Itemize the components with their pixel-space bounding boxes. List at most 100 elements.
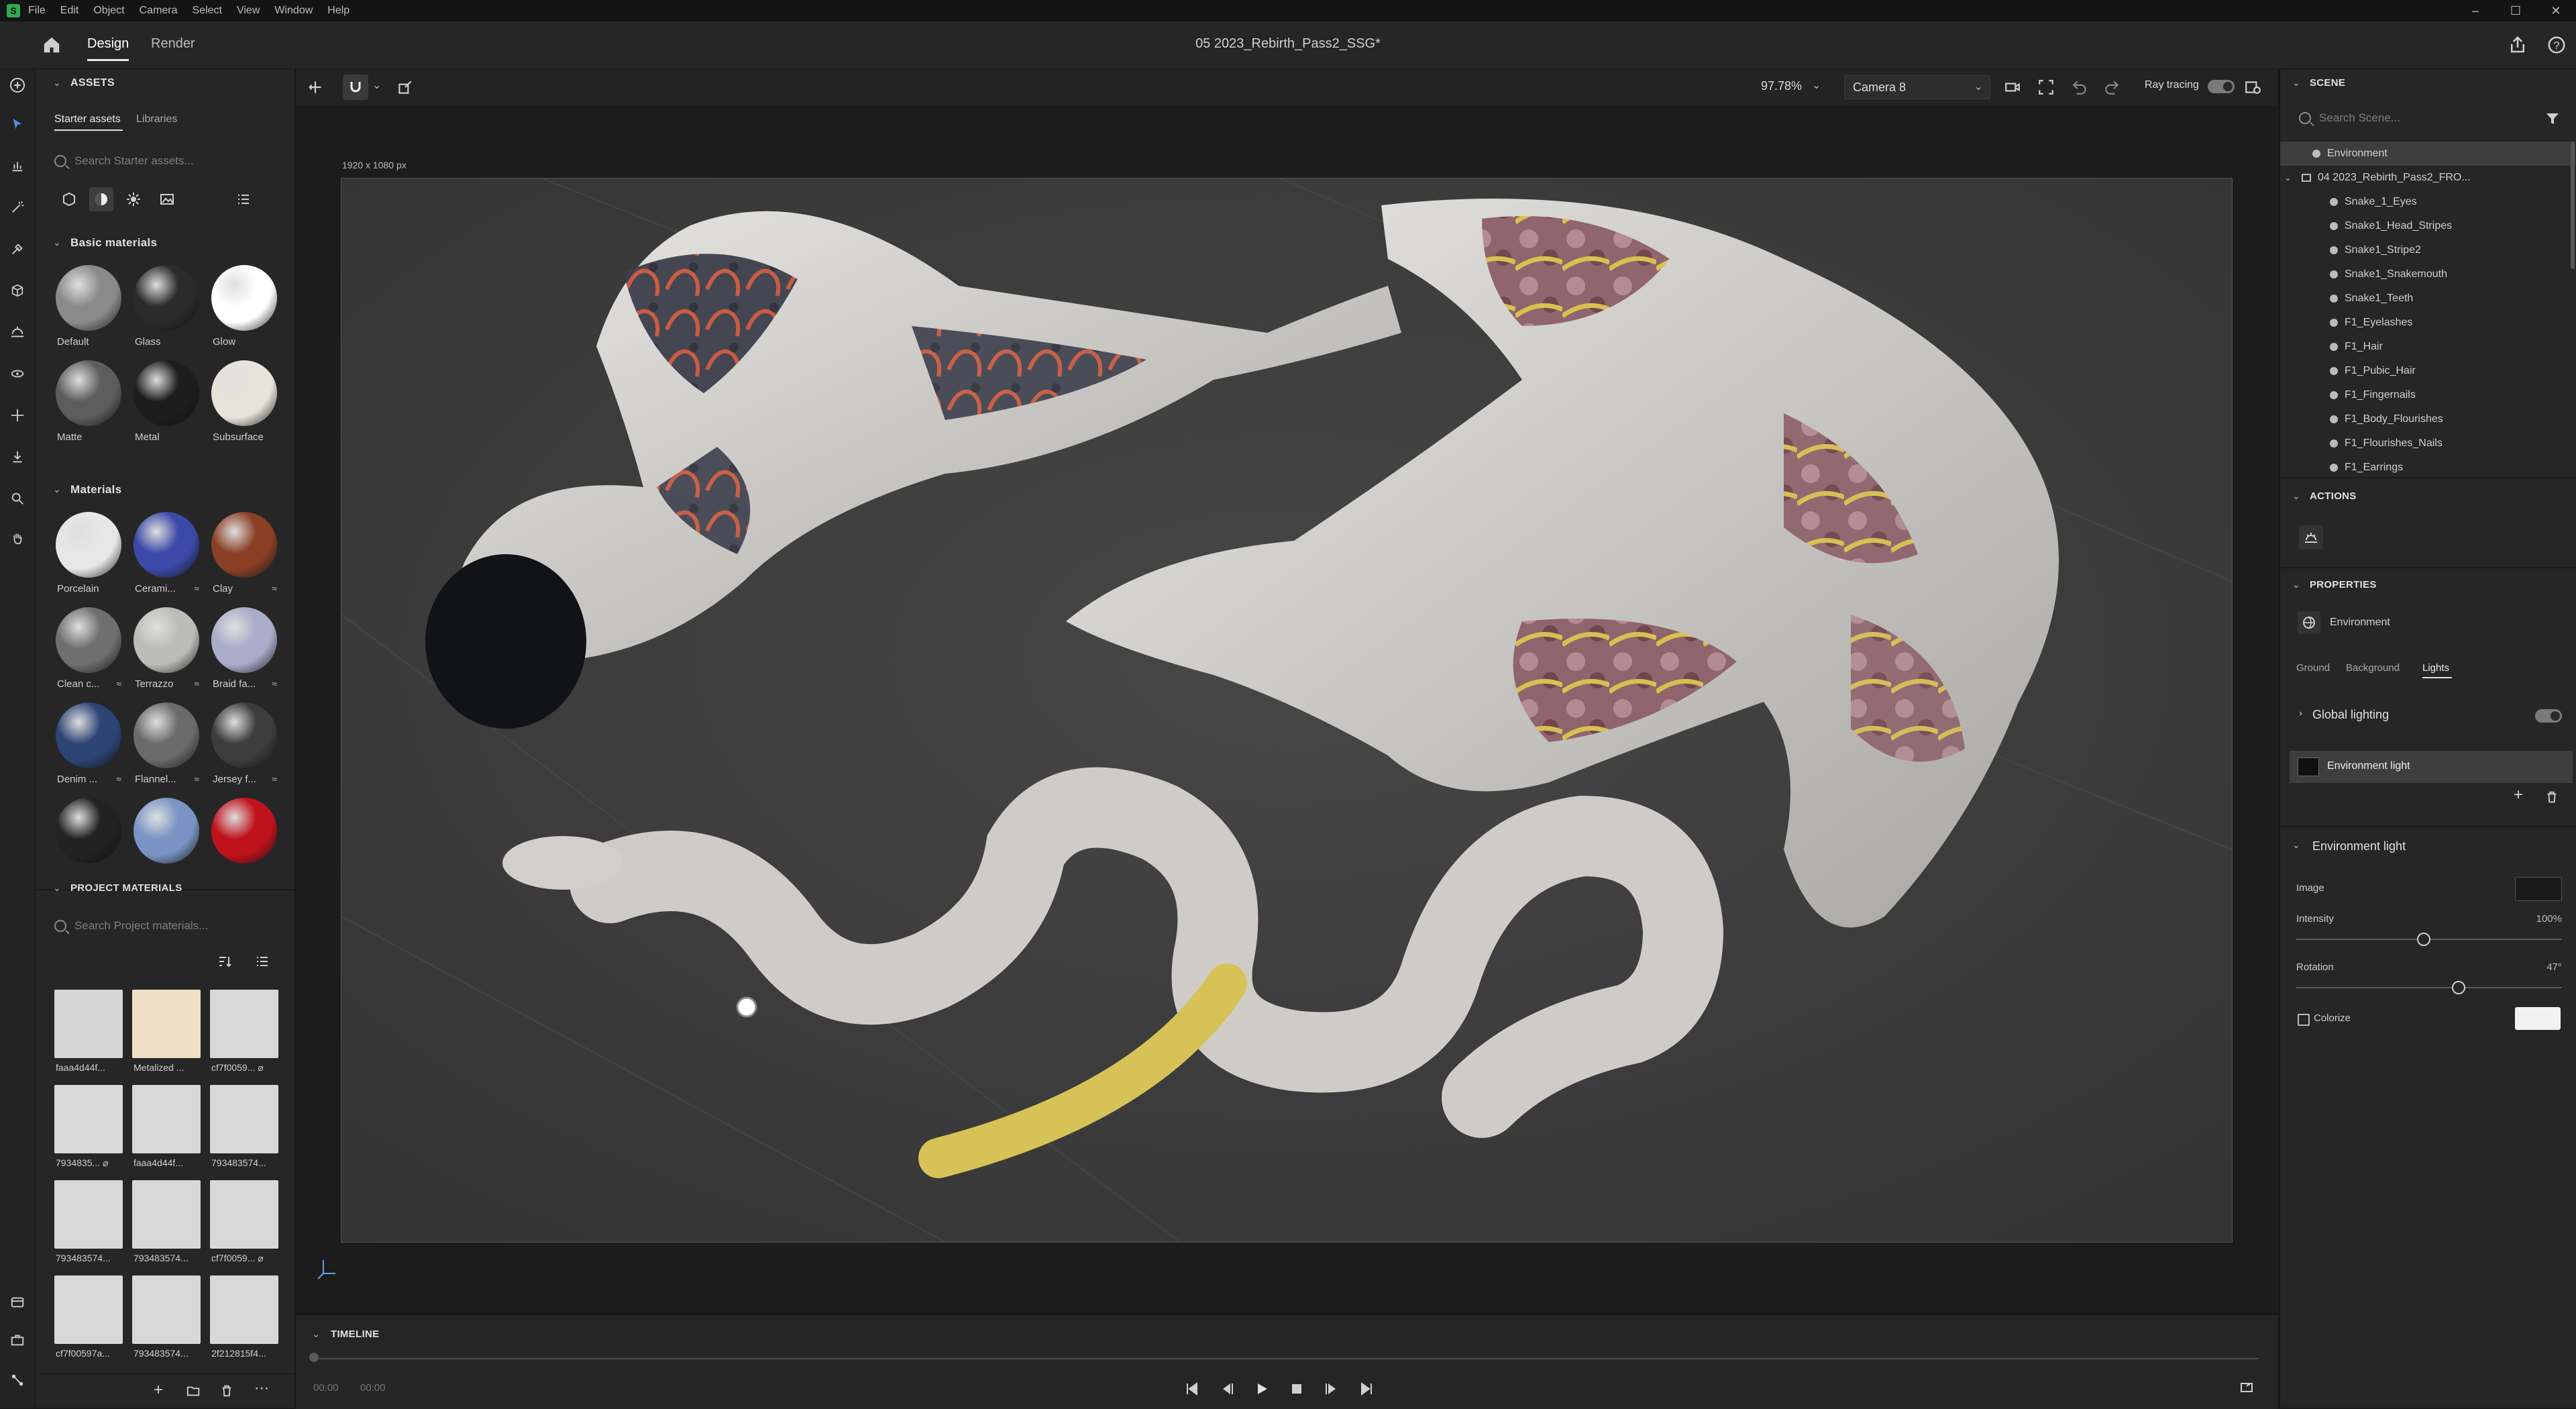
delete-light-icon[interactable] [2544, 790, 2559, 808]
sort-icon[interactable] [217, 953, 233, 970]
zoom-icon[interactable] [8, 489, 27, 508]
collapse-basic-icon[interactable]: ⌄ [53, 237, 61, 248]
stop-icon[interactable] [1289, 1381, 1305, 1397]
collapse-project-icon[interactable]: ⌄ [53, 882, 61, 894]
project-material-tile[interactable]: Metalized ... [132, 990, 202, 1077]
undo-camera-icon[interactable] [2071, 79, 2088, 99]
last-frame-icon[interactable] [1358, 1381, 1375, 1397]
project-search[interactable]: Search Project materials... [54, 916, 276, 936]
basic-material-tile[interactable]: Metal [132, 359, 202, 448]
material-tile[interactable]: Terrazzo ≈ [132, 606, 202, 694]
menu-view[interactable]: View [237, 5, 260, 17]
pivot-icon[interactable] [396, 79, 414, 99]
global-lighting-toggle[interactable] [2535, 709, 2562, 723]
project-material-tile[interactable]: 793483574... [210, 1085, 280, 1172]
select-tool-icon[interactable] [8, 115, 27, 134]
menu-window[interactable]: Window [274, 5, 313, 17]
hand-icon[interactable] [8, 529, 27, 548]
basic-material-tile[interactable]: Default [54, 264, 124, 352]
prev-frame-icon[interactable] [1219, 1381, 1235, 1397]
project-material-tile[interactable]: 7934835... ⌀ [54, 1085, 124, 1172]
materials-filter-icon[interactable] [89, 187, 113, 211]
hdri-image-thumbnail[interactable] [2515, 877, 2562, 901]
project-material-tile[interactable]: faaa4d44f... [132, 1085, 202, 1172]
basic-material-tile[interactable]: Glass [132, 264, 202, 352]
close-icon[interactable]: ✕ [2536, 4, 2576, 18]
basic-material-tile[interactable]: Glow [210, 264, 280, 352]
project-material-tile[interactable]: cf7f0059... ⌀ [210, 1180, 280, 1267]
folder-icon[interactable] [186, 1384, 201, 1402]
project-material-tile[interactable]: faaa4d44f... [54, 990, 124, 1077]
ray-tracing-toggle[interactable] [2208, 80, 2235, 93]
snap-dropdown-icon[interactable]: ⌄ [372, 79, 381, 92]
paint-tool-icon[interactable] [8, 240, 27, 258]
export-animation-icon[interactable] [2239, 1379, 2255, 1399]
material-tile[interactable] [210, 796, 280, 885]
menu-camera[interactable]: Camera [140, 5, 178, 17]
filter-icon[interactable] [2544, 111, 2561, 130]
first-frame-icon[interactable] [1184, 1381, 1200, 1397]
scene-item[interactable]: F1_Pubic_Hair [2280, 359, 2575, 383]
chevron-down-icon[interactable]: ⌄ [2280, 172, 2302, 183]
menu-select[interactable]: Select [193, 5, 222, 17]
next-frame-icon[interactable] [1324, 1381, 1340, 1397]
images-filter-icon[interactable] [159, 191, 175, 207]
camera-icon[interactable] [2004, 79, 2021, 99]
chart-tool-icon[interactable] [8, 156, 27, 175]
project-material-tile[interactable]: 793483574... [132, 1180, 202, 1267]
scene-item[interactable]: F1_Fingernails [2280, 383, 2575, 407]
material-tile[interactable]: Jersey f... ≈ [210, 701, 280, 790]
basic-material-tile[interactable]: Subsurface [210, 359, 280, 448]
add-icon[interactable] [8, 76, 27, 95]
tab-libraries[interactable]: Libraries [136, 113, 177, 125]
timeline-track[interactable] [313, 1358, 2259, 1359]
toolbox-icon[interactable] [8, 1330, 27, 1349]
move-icon[interactable] [8, 406, 27, 425]
colorize-swatch[interactable] [2515, 1007, 2561, 1030]
render-settings-icon[interactable] [2244, 79, 2261, 99]
intensity-slider-thumb[interactable] [2417, 933, 2431, 946]
material-tile[interactable]: Clean c... ≈ [54, 606, 124, 694]
zoom-dropdown-icon[interactable]: ⌄ [1812, 79, 1821, 92]
scene-item[interactable]: F1_Hair [2280, 335, 2575, 359]
collapse-env-light-icon[interactable]: ⌄ [2292, 839, 2300, 851]
scene-group[interactable]: ⌄ 04 2023_Rebirth_Pass2_FRO... [2280, 166, 2575, 190]
material-tile[interactable]: Cerami... ≈ [132, 511, 202, 599]
expand-global-lighting-icon[interactable]: ⌄ [2293, 710, 2304, 718]
tab-background[interactable]: Background [2346, 662, 2400, 674]
collapse-actions-icon[interactable]: ⌄ [2292, 490, 2300, 502]
magic-wand-icon[interactable] [8, 198, 27, 217]
collapse-scene-icon[interactable]: ⌄ [2292, 77, 2300, 89]
list-view-icon[interactable] [235, 191, 252, 207]
scene-item[interactable]: Snake1_Head_Stripes [2280, 214, 2575, 238]
material-tile[interactable]: Braid fa... ≈ [210, 606, 280, 694]
orbit-icon[interactable] [8, 364, 27, 383]
minimize-icon[interactable]: – [2455, 4, 2496, 18]
material-tile[interactable]: Porcelain [54, 511, 124, 599]
project-material-tile[interactable]: cf7f0059... ⌀ [210, 990, 280, 1077]
lights-filter-icon[interactable] [125, 191, 142, 207]
redo-camera-icon[interactable] [2103, 79, 2121, 99]
material-tile[interactable] [54, 796, 124, 885]
drop-icon[interactable] [8, 448, 27, 466]
zoom-level[interactable]: 97.78% [1761, 79, 1802, 93]
menu-edit[interactable]: Edit [60, 5, 79, 17]
environment-action-icon[interactable] [2299, 525, 2323, 550]
collapse-timeline-icon[interactable]: ⌄ [312, 1328, 320, 1340]
play-icon[interactable] [1254, 1381, 1270, 1397]
menu-file[interactable]: File [28, 5, 46, 17]
project-material-tile[interactable]: 793483574... [54, 1180, 124, 1267]
project-material-tile[interactable]: cf7f00597a... [54, 1275, 124, 1363]
scene-item[interactable]: F1_Flourishes_Nails [2280, 431, 2575, 456]
models-filter-icon[interactable] [61, 191, 77, 207]
timeline-playhead[interactable] [309, 1353, 319, 1362]
trash-icon[interactable] [219, 1384, 234, 1402]
light-icon[interactable] [8, 323, 27, 342]
scene-item[interactable]: F1_Eyelashes [2280, 311, 2575, 335]
scene-item[interactable]: Snake1_Teeth [2280, 286, 2575, 311]
cube-icon[interactable] [8, 281, 27, 300]
collapse-materials-icon[interactable]: ⌄ [53, 484, 61, 495]
rotation-slider-thumb[interactable] [2451, 981, 2465, 994]
list-view-icon[interactable] [254, 953, 270, 970]
scene-item[interactable]: F1_Body_Flourishes [2280, 407, 2575, 431]
